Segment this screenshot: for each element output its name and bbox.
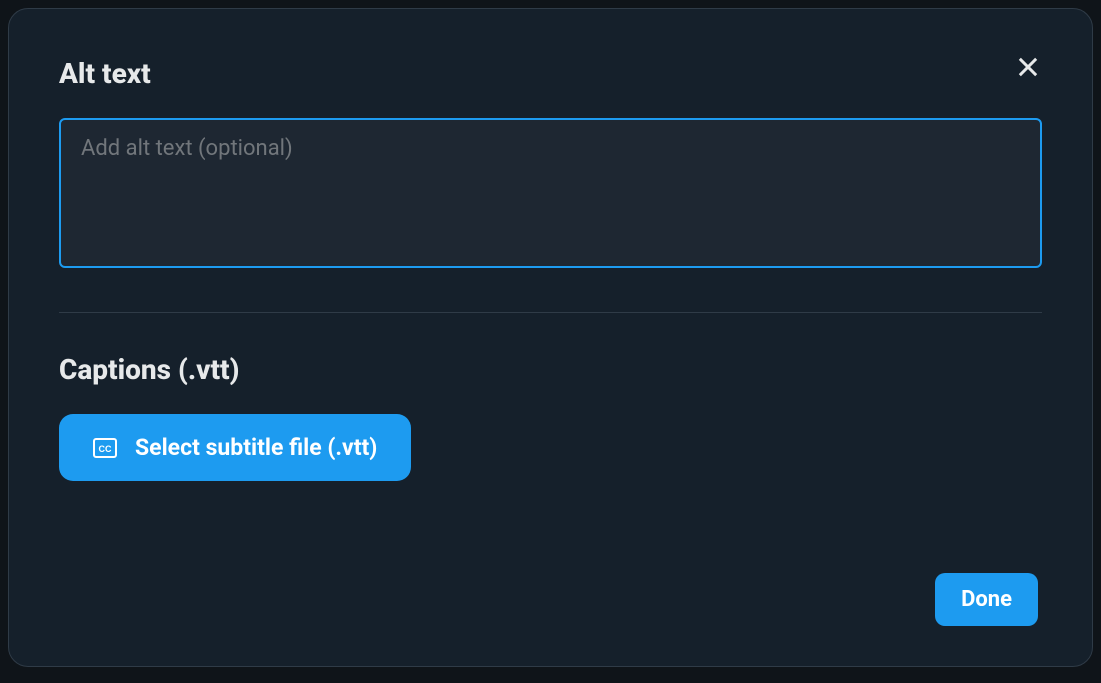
captions-title: Captions (.vtt): [59, 353, 1042, 386]
svg-text:CC: CC: [99, 444, 112, 454]
select-subtitle-button[interactable]: CC Select subtitle file (.vtt): [59, 414, 411, 481]
divider: [59, 312, 1042, 313]
alt-text-modal: Alt text Captions (.vtt) CC Select subti…: [8, 8, 1093, 667]
alt-text-title: Alt text: [59, 57, 1042, 90]
done-button[interactable]: Done: [935, 573, 1038, 626]
cc-icon: CC: [93, 437, 117, 459]
close-button[interactable]: [1010, 49, 1046, 88]
close-icon: [1014, 53, 1042, 84]
done-label: Done: [961, 587, 1012, 612]
alt-text-input[interactable]: [59, 118, 1042, 268]
select-subtitle-label: Select subtitle file (.vtt): [135, 434, 377, 461]
